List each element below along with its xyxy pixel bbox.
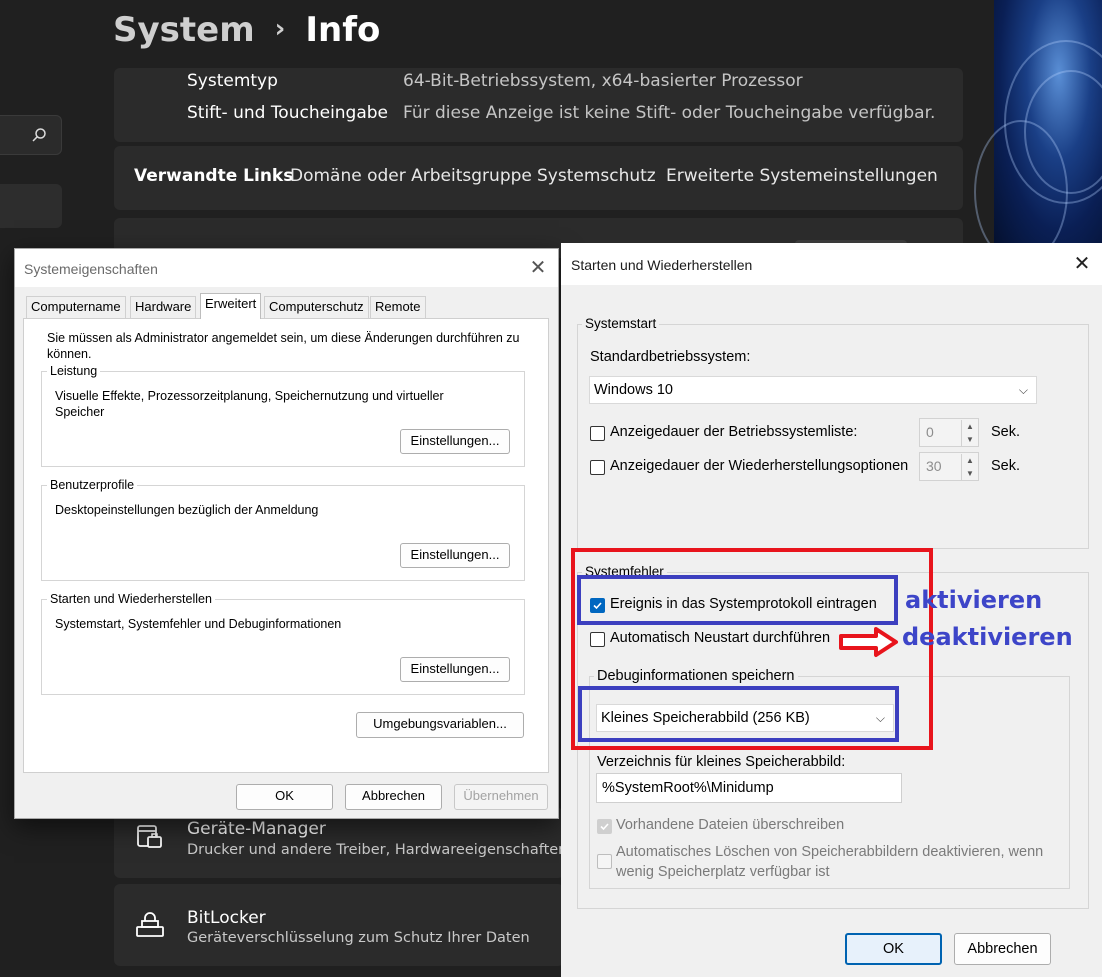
os-list-label: Anzeigedauer der Betriebssystemliste: (610, 424, 858, 440)
group-performance-text: Visuelle Effekte, Prozessorzeitplanung, … (55, 389, 444, 419)
tab-advanced[interactable]: Erweitert (200, 293, 262, 319)
dialog-title: Systemeigenschaften (24, 261, 158, 277)
annotation-blue-highlight-event (577, 575, 898, 625)
recovery-options-value: 30 (926, 458, 942, 474)
tab-remote[interactable]: Remote (370, 296, 426, 318)
apply-button[interactable]: Übernehmen (454, 784, 548, 810)
group-system-start-legend: Systemstart (582, 316, 660, 331)
breadcrumb: System › Info (113, 10, 380, 50)
ok-button[interactable]: OK (236, 784, 333, 810)
tab-hardware[interactable]: Hardware (130, 296, 197, 318)
disable-autodelete-checkbox[interactable] (597, 854, 612, 869)
environment-variables-button[interactable]: Umgebungsvariablen... (356, 712, 524, 738)
device-manager-subtitle: Drucker und andere Treiber, Hardwareeige… (187, 842, 568, 858)
bitlocker-icon (136, 912, 164, 940)
cancel-button[interactable]: Abbrechen (345, 784, 442, 810)
nav-item-selected[interactable] (0, 184, 62, 228)
arrow-right-icon (839, 627, 898, 657)
related-links-title: Verwandte Links (134, 166, 294, 186)
desktop-wallpaper (974, 0, 1102, 264)
dialog-title: Starten und Wiederherstellen (571, 257, 753, 273)
disable-autodelete-label-line1: Automatisches Löschen von Speicherabbild… (616, 844, 1044, 860)
startup-recovery-settings-button[interactable]: Einstellungen... (400, 657, 510, 682)
device-manager-title: Geräte-Manager (187, 819, 326, 839)
startup-ok-button[interactable]: OK (845, 933, 942, 965)
spec-value-pen-touch: Für diese Anzeige ist keine Stift- oder … (403, 103, 936, 123)
chevron-down-icon: ⌵ (1018, 383, 1028, 397)
close-icon[interactable]: ✕ (525, 255, 551, 281)
recovery-options-spinner[interactable]: 30 ▲ ▼ (919, 452, 979, 481)
os-list-checkbox[interactable] (590, 426, 605, 441)
default-os-value: Windows 10 (594, 382, 673, 398)
breadcrumb-separator: › (274, 14, 286, 44)
spec-label-system-type: Systemtyp (187, 71, 278, 91)
link-domain-workgroup[interactable]: Domäne oder Arbeitsgruppe (290, 166, 532, 186)
link-system-protection[interactable]: Systemschutz (537, 166, 656, 186)
dump-dir-input[interactable]: %SystemRoot%\Minidump (596, 773, 902, 803)
breadcrumb-system[interactable]: System (113, 10, 255, 50)
group-startup-recovery-legend: Starten und Wiederherstellen (47, 592, 215, 606)
performance-settings-button[interactable]: Einstellungen... (400, 429, 510, 454)
os-list-spinner[interactable]: 0 ▲ ▼ (919, 418, 979, 447)
bitlocker-subtitle: Geräteverschlüsselung zum Schutz Ihrer D… (187, 930, 530, 946)
annotation-disable-text: deaktivieren (902, 623, 1073, 651)
group-user-profiles-legend: Benutzerprofile (47, 478, 138, 492)
page-title: Info (305, 10, 381, 50)
startup-cancel-button[interactable]: Abbrechen (954, 933, 1051, 965)
group-performance-legend: Leistung (47, 364, 101, 378)
tab-computername[interactable]: Computername (26, 296, 126, 318)
close-icon[interactable]: ✕ (1069, 251, 1095, 277)
recovery-options-label: Anzeigedauer der Wiederherstellungsoptio… (610, 458, 909, 474)
search-input[interactable] (0, 115, 62, 155)
bitlocker-title: BitLocker (187, 908, 266, 928)
annotation-enable-text: aktivieren (905, 586, 1043, 614)
annotation-blue-highlight-debug (578, 686, 899, 742)
recovery-options-checkbox[interactable] (590, 460, 605, 475)
admin-note: Sie müssen als Administrator angemeldet … (47, 331, 520, 361)
checkmark-icon (600, 823, 609, 831)
spin-up-icon[interactable]: ▲ (961, 420, 978, 433)
group-startup-recovery-text: Systemstart, Systemfehler und Debuginfor… (55, 617, 342, 631)
recovery-options-unit: Sek. (991, 458, 1021, 474)
device-manager-icon (136, 824, 164, 852)
tab-computer-protection[interactable]: Computerschutz (264, 296, 369, 318)
search-icon (32, 128, 46, 142)
link-advanced-system-settings[interactable]: Erweiterte Systemeinstellungen (666, 166, 938, 186)
spec-label-pen-touch: Stift- und Toucheingabe (187, 103, 389, 123)
group-user-profiles-text: Desktopeinstellungen bezüglich der Anmel… (55, 503, 319, 517)
os-list-unit: Sek. (991, 424, 1021, 440)
overwrite-label: Vorhandene Dateien überschreiben (616, 817, 845, 833)
user-profiles-settings-button[interactable]: Einstellungen... (400, 543, 510, 568)
default-os-select[interactable]: Windows 10 ⌵ (589, 376, 1037, 404)
spin-down-icon[interactable]: ▼ (961, 433, 978, 446)
dump-dir-label: Verzeichnis für kleines Speicherabbild: (597, 754, 846, 770)
os-list-value: 0 (926, 424, 934, 440)
default-os-label: Standardbetriebssystem: (590, 349, 751, 365)
disable-autodelete-label-line2: wenig Speicherplatz verfügbar ist (616, 864, 830, 880)
bitlocker-card[interactable] (114, 884, 564, 966)
overwrite-checkbox[interactable] (597, 819, 612, 834)
spin-down-icon[interactable]: ▼ (961, 467, 978, 480)
spin-up-icon[interactable]: ▲ (961, 454, 978, 467)
spec-value-system-type: 64-Bit-Betriebssystem, x64-basierter Pro… (403, 71, 803, 91)
